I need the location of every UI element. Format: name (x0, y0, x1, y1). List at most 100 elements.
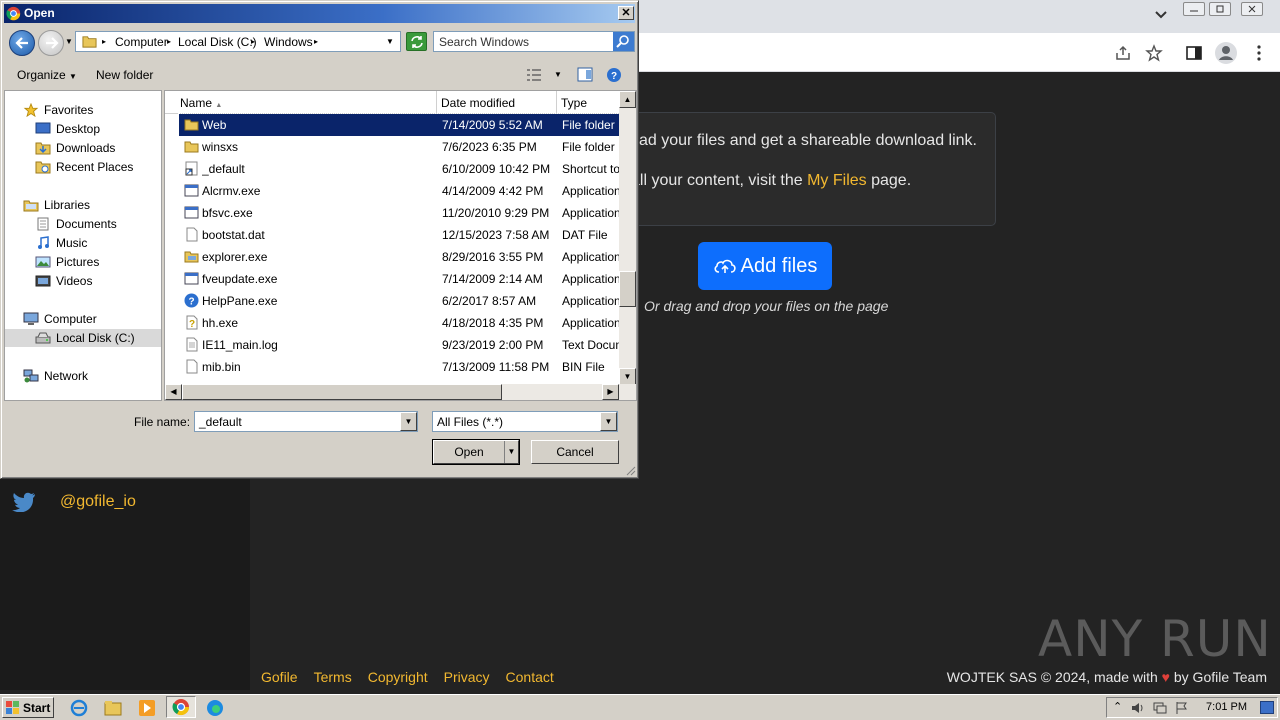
nav-network[interactable]: Network (23, 367, 88, 385)
nav-libraries[interactable]: Libraries (23, 196, 90, 214)
help-icon[interactable]: ? (606, 67, 622, 83)
resize-grip-icon[interactable] (626, 466, 636, 476)
file-row[interactable]: fveupdate.exe 7/14/2009 2:14 AM Applicatio… (179, 268, 621, 290)
nav-desktop[interactable]: Desktop (35, 120, 100, 138)
file-type-select[interactable]: All Files (*.*) ▼ (432, 411, 618, 432)
side-panel-icon[interactable] (1185, 44, 1203, 62)
action-center-flag-icon[interactable] (1175, 701, 1189, 715)
cancel-button[interactable]: Cancel (531, 440, 619, 464)
media-player-taskbar-icon[interactable] (136, 698, 158, 718)
profile-avatar-icon[interactable] (1214, 41, 1238, 65)
explorer-icon (184, 251, 199, 263)
file-date: 11/20/2010 9:29 PM (442, 206, 550, 220)
chrome-icon (6, 6, 21, 21)
footer-link-terms[interactable]: Terms (314, 669, 352, 685)
explorer-taskbar-icon[interactable] (102, 698, 124, 718)
twitter-handle-link[interactable]: @gofile_io (60, 493, 136, 511)
breadcrumb-separator-icon[interactable]: ▸ (251, 37, 255, 46)
breadcrumb-windows[interactable]: Windows (264, 35, 313, 49)
scroll-up-button[interactable]: ▲ (619, 91, 636, 108)
open-button[interactable]: Open ▼ (432, 439, 520, 465)
show-desktop-icon[interactable] (1260, 701, 1274, 714)
scroll-down-button[interactable]: ▼ (619, 368, 636, 385)
file-row[interactable]: ? hh.exe 4/18/2018 4:35 PM Application (179, 312, 621, 334)
file-row[interactable]: mib.bin 7/13/2009 11:58 PM BIN File (179, 356, 621, 378)
footer-link-copyright[interactable]: Copyright (368, 669, 428, 685)
nav-recent-places[interactable]: Recent Places (35, 158, 133, 176)
search-input[interactable]: Search Windows (433, 31, 635, 52)
file-type-dropdown-icon[interactable]: ▼ (600, 412, 617, 431)
file-row[interactable]: _default 6/10/2009 10:42 PM Shortcut to I (179, 158, 622, 180)
nav-local-disk[interactable]: Local Disk (C:) (5, 329, 161, 347)
search-button[interactable] (613, 32, 634, 51)
file-row[interactable]: ? HelpPane.exe 6/2/2017 8:57 AM Application (179, 290, 621, 312)
vertical-scrollbar[interactable]: ▲ ▼ (619, 91, 636, 385)
file-row[interactable]: IE11_main.log 9/23/2019 2:00 PM Text Docum… (179, 334, 622, 356)
forward-button[interactable] (38, 30, 64, 56)
file-row[interactable]: winsxs 7/6/2023 6:35 PM File folder (179, 136, 621, 158)
minimize-button[interactable] (1183, 2, 1205, 16)
edge-taskbar-icon[interactable] (204, 698, 226, 718)
nav-videos[interactable]: Videos (35, 272, 92, 290)
footer-link-contact[interactable]: Contact (506, 669, 554, 685)
nav-pictures[interactable]: Pictures (35, 253, 99, 271)
breadcrumb-local-disk[interactable]: Local Disk (C:) (178, 35, 257, 49)
file-name-dropdown-icon[interactable]: ▼ (400, 412, 417, 431)
footer-link-gofile[interactable]: Gofile (261, 669, 298, 685)
file-row[interactable]: bootstat.dat 12/15/2023 7:58 AM DAT File (179, 224, 621, 246)
nav-documents[interactable]: Documents (35, 215, 117, 233)
close-window-button[interactable] (1241, 2, 1263, 16)
vertical-scroll-thumb[interactable] (619, 271, 636, 307)
file-row[interactable]: explorer.exe 8/29/2016 3:55 PM Application (179, 246, 621, 268)
file-row[interactable]: Alcrmv.exe 4/14/2009 4:42 PM Application (179, 180, 621, 202)
start-button[interactable]: Start (2, 697, 54, 718)
clock[interactable]: 7:01 PM (1206, 701, 1247, 713)
horizontal-scrollbar[interactable]: ◀ ▶ (165, 384, 636, 400)
more-menu-icon[interactable] (1250, 44, 1268, 62)
view-dropdown-icon[interactable]: ▼ (554, 70, 562, 79)
organize-button[interactable]: Organize ▼ (17, 68, 77, 82)
file-name-field[interactable]: _default ▼ (194, 411, 418, 432)
file-name: bfsvc.exe (202, 206, 253, 220)
open-split-dropdown-icon[interactable]: ▼ (504, 441, 518, 463)
dialog-close-button[interactable]: ✕ (618, 6, 634, 20)
new-folder-button[interactable]: New folder (96, 68, 153, 82)
breadcrumb-separator-icon[interactable]: ▸ (102, 37, 106, 46)
change-view-icon[interactable] (526, 68, 542, 82)
column-header-type[interactable]: Type (557, 91, 621, 114)
twitter-icon[interactable] (12, 492, 36, 512)
breadcrumb-separator-icon[interactable]: ▸ (167, 37, 171, 46)
recent-locations-chevron-icon[interactable]: ▼ (65, 37, 73, 46)
scroll-right-button[interactable]: ▶ (602, 384, 619, 400)
nav-favorites[interactable]: Favorites (23, 101, 93, 119)
refresh-button[interactable] (406, 32, 427, 51)
add-files-button[interactable]: Add files (698, 242, 832, 290)
nav-music[interactable]: Music (35, 234, 87, 252)
share-icon[interactable] (1114, 44, 1132, 62)
breadcrumb-computer[interactable]: Computer (115, 35, 168, 49)
breadcrumb[interactable]: ▸ Computer ▸ Local Disk (C:) ▸ Windows ▸… (75, 31, 401, 52)
nav-downloads[interactable]: Downloads (35, 139, 115, 157)
bookmark-star-icon[interactable] (1145, 44, 1163, 62)
ie-taskbar-icon[interactable] (68, 698, 90, 718)
volume-icon[interactable] (1131, 701, 1145, 715)
my-files-link[interactable]: My Files (807, 172, 867, 189)
footer-link-privacy[interactable]: Privacy (444, 669, 490, 685)
tray-expand-icon[interactable]: ⌃ (1113, 700, 1122, 713)
back-button[interactable] (9, 30, 35, 56)
pictures-icon (35, 256, 51, 268)
address-dropdown-icon[interactable]: ▼ (386, 37, 394, 46)
restore-button[interactable] (1209, 2, 1231, 16)
horizontal-scroll-thumb[interactable] (182, 384, 502, 400)
tab-search-chevron-icon[interactable] (1154, 10, 1168, 20)
preview-pane-icon[interactable] (577, 67, 593, 82)
chrome-taskbar-icon[interactable] (166, 696, 196, 718)
file-row[interactable]: bfsvc.exe 11/20/2010 9:29 PM Application (179, 202, 621, 224)
network-tray-icon[interactable] (1153, 701, 1167, 715)
file-row[interactable]: Web 7/14/2009 5:52 AM File folder (178, 113, 622, 137)
scroll-left-button[interactable]: ◀ (165, 384, 182, 400)
column-header-name[interactable]: Name ▲ (165, 91, 437, 114)
nav-computer[interactable]: Computer (23, 310, 97, 328)
column-header-date[interactable]: Date modified (437, 91, 557, 114)
breadcrumb-separator-icon[interactable]: ▸ (314, 37, 318, 46)
